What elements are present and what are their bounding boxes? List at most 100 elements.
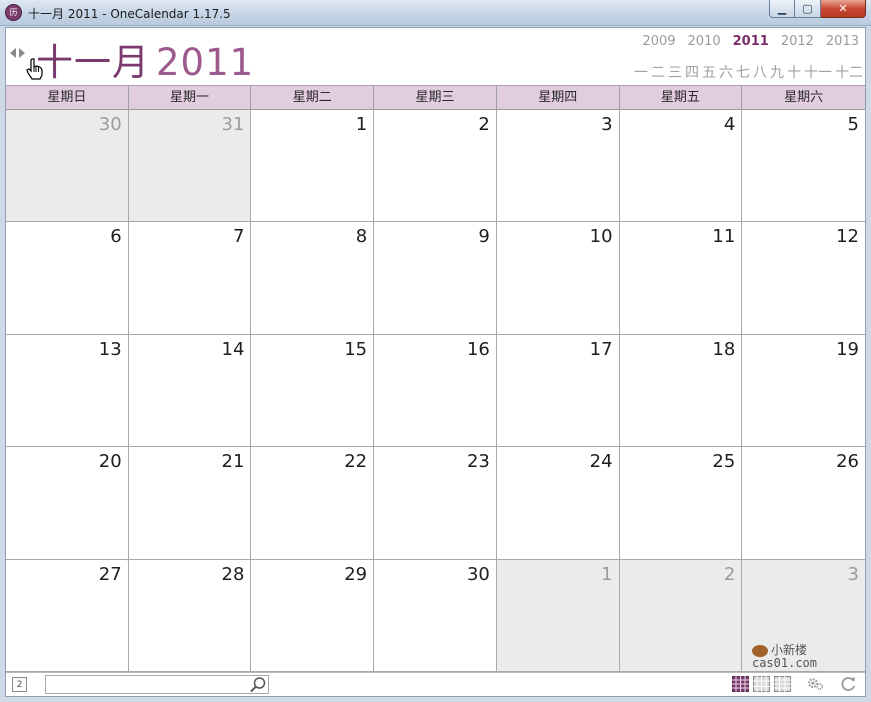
month-link-3[interactable]: 三 (668, 62, 682, 82)
close-icon: ✕ (838, 2, 848, 15)
day-cell[interactable]: 16 (374, 334, 497, 448)
month-link-4[interactable]: 四 (685, 62, 699, 82)
year-link-2013[interactable]: 2013 (826, 34, 859, 49)
search-icon[interactable] (249, 676, 267, 693)
week-view-icon[interactable] (753, 676, 770, 692)
day-number: 3 (847, 563, 859, 585)
today-button[interactable]: 2 (12, 677, 27, 692)
day-cell-other-month[interactable]: 30 (6, 110, 129, 223)
day-number: 30 (98, 114, 122, 135)
day-cell[interactable]: 1 (251, 110, 375, 223)
day-cell[interactable]: 21 (128, 447, 252, 560)
day-number: 7 (232, 226, 245, 248)
month-link-6[interactable]: 六 (719, 62, 733, 82)
day-cell[interactable]: 13 (6, 334, 129, 448)
month-link-2[interactable]: 二 (651, 62, 665, 82)
day-number: 31 (221, 114, 245, 135)
month-link-11[interactable]: 十一 (804, 62, 832, 82)
settings-gear-icon[interactable] (807, 676, 824, 692)
day-cell[interactable]: 22 (251, 447, 375, 560)
day-number: 9 (478, 226, 490, 248)
day-cell[interactable]: 19 (742, 334, 865, 448)
refresh-icon[interactable] (840, 676, 857, 692)
day-cell[interactable]: 24 (496, 447, 620, 560)
title-bar[interactable]: 历 十一月 2011 - OneCalendar 1.17.5 ▁ ▢ ✕ (0, 0, 871, 26)
month-view-icon[interactable] (732, 676, 749, 692)
day-cell[interactable]: 10 (496, 222, 620, 335)
month-year: 2011 (156, 41, 255, 84)
minimize-button[interactable]: ▁ (769, 0, 795, 18)
day-number: 10 (589, 226, 613, 248)
day-cell[interactable]: 30 (374, 559, 497, 672)
close-button[interactable]: ✕ (821, 0, 866, 18)
day-cell[interactable]: 26 (742, 447, 865, 560)
day-number: 23 (466, 451, 490, 473)
day-number: 22 (344, 451, 368, 473)
day-number: 5 (847, 114, 859, 135)
day-cell[interactable]: 2 (374, 110, 497, 223)
day-number: 14 (221, 338, 245, 360)
year-link-2011[interactable]: 2011 (733, 34, 769, 49)
day-number: 1 (601, 563, 613, 585)
day-number: 13 (98, 338, 122, 360)
day-cell-other-month[interactable]: 1 (496, 559, 620, 672)
day-cell[interactable]: 27 (6, 559, 129, 672)
search-input[interactable] (45, 675, 269, 694)
day-cell[interactable]: 7 (128, 222, 252, 335)
next-month-arrow-icon[interactable] (19, 48, 25, 58)
day-number: 2 (478, 114, 490, 135)
day-cell[interactable]: 9 (374, 222, 497, 335)
month-link-8[interactable]: 八 (753, 62, 767, 82)
weekday-header-cell: 星期六 (784, 90, 824, 105)
weekday-header-cell: 星期四 (497, 86, 620, 109)
month-link-10[interactable]: 十 (787, 62, 801, 82)
day-cell[interactable]: 23 (374, 447, 497, 560)
day-cell[interactable]: 11 (619, 222, 743, 335)
day-cell[interactable]: 5 (742, 110, 865, 223)
month-link-5[interactable]: 五 (702, 62, 716, 82)
window-controls: ▁ ▢ ✕ (769, 0, 866, 18)
day-cell[interactable]: 28 (128, 559, 252, 672)
day-cell-other-month[interactable]: 31 (128, 110, 252, 223)
day-cell[interactable]: 14 (128, 334, 252, 448)
day-cell-other-month[interactable]: 2 (619, 559, 743, 672)
prev-month-arrow-icon[interactable] (10, 48, 16, 58)
day-number: 27 (98, 563, 122, 585)
app-logo-icon: 历 (5, 4, 22, 21)
maximize-button[interactable]: ▢ (795, 0, 821, 18)
day-cell[interactable]: 15 (251, 334, 375, 448)
day-number: 21 (221, 451, 245, 473)
day-cell[interactable]: 8 (251, 222, 375, 335)
month-link-1[interactable]: 一 (634, 62, 648, 82)
day-number: 16 (466, 338, 490, 360)
day-cell[interactable]: 18 (619, 334, 743, 448)
day-number: 1 (355, 114, 368, 135)
year-link-2009[interactable]: 2009 (642, 34, 675, 49)
day-cell[interactable]: 25 (619, 447, 743, 560)
month-link-9[interactable]: 九 (770, 62, 784, 82)
year-link-2012[interactable]: 2012 (781, 34, 814, 49)
maximize-icon: ▢ (802, 2, 813, 15)
day-cell[interactable]: 29 (251, 559, 375, 672)
weekday-header-cell: 星期三 (374, 86, 497, 109)
watermark-logo-icon (751, 644, 768, 657)
day-number: 19 (836, 338, 859, 360)
day-cell[interactable]: 6 (6, 222, 129, 335)
year-selector: 2009 2010 2011 2012 2013 (642, 34, 859, 49)
month-selector: 一二三四五六七八九十十一 十二 (634, 62, 863, 82)
day-cell[interactable]: 20 (6, 447, 129, 560)
day-cell[interactable]: 17 (496, 334, 620, 448)
day-number: 11 (712, 226, 736, 248)
weekday-header-cell: 星期一 (129, 86, 252, 109)
day-number: 15 (344, 338, 368, 360)
calendar-window: 十一月 2011 2009 2010 2011 2012 2013 一二三四五六七八九十十… (5, 27, 866, 697)
weekday-header-cell: 星期二 (251, 86, 375, 109)
year-view-icon[interactable] (774, 676, 791, 692)
day-cell[interactable]: 12 (742, 222, 865, 335)
month-link-12[interactable]: 十二 (835, 62, 863, 82)
day-cell[interactable]: 3 (496, 110, 620, 223)
year-link-2010[interactable]: 2010 (688, 34, 721, 49)
month-link-7[interactable]: 七 (736, 62, 750, 82)
calendar-grid: 30 31 1 2 3 4 5 6 7 8 9 10 11 12 13 14 15 16 17 18 19 20 21 22 2… (6, 110, 865, 672)
day-cell[interactable]: 4 (619, 110, 743, 223)
